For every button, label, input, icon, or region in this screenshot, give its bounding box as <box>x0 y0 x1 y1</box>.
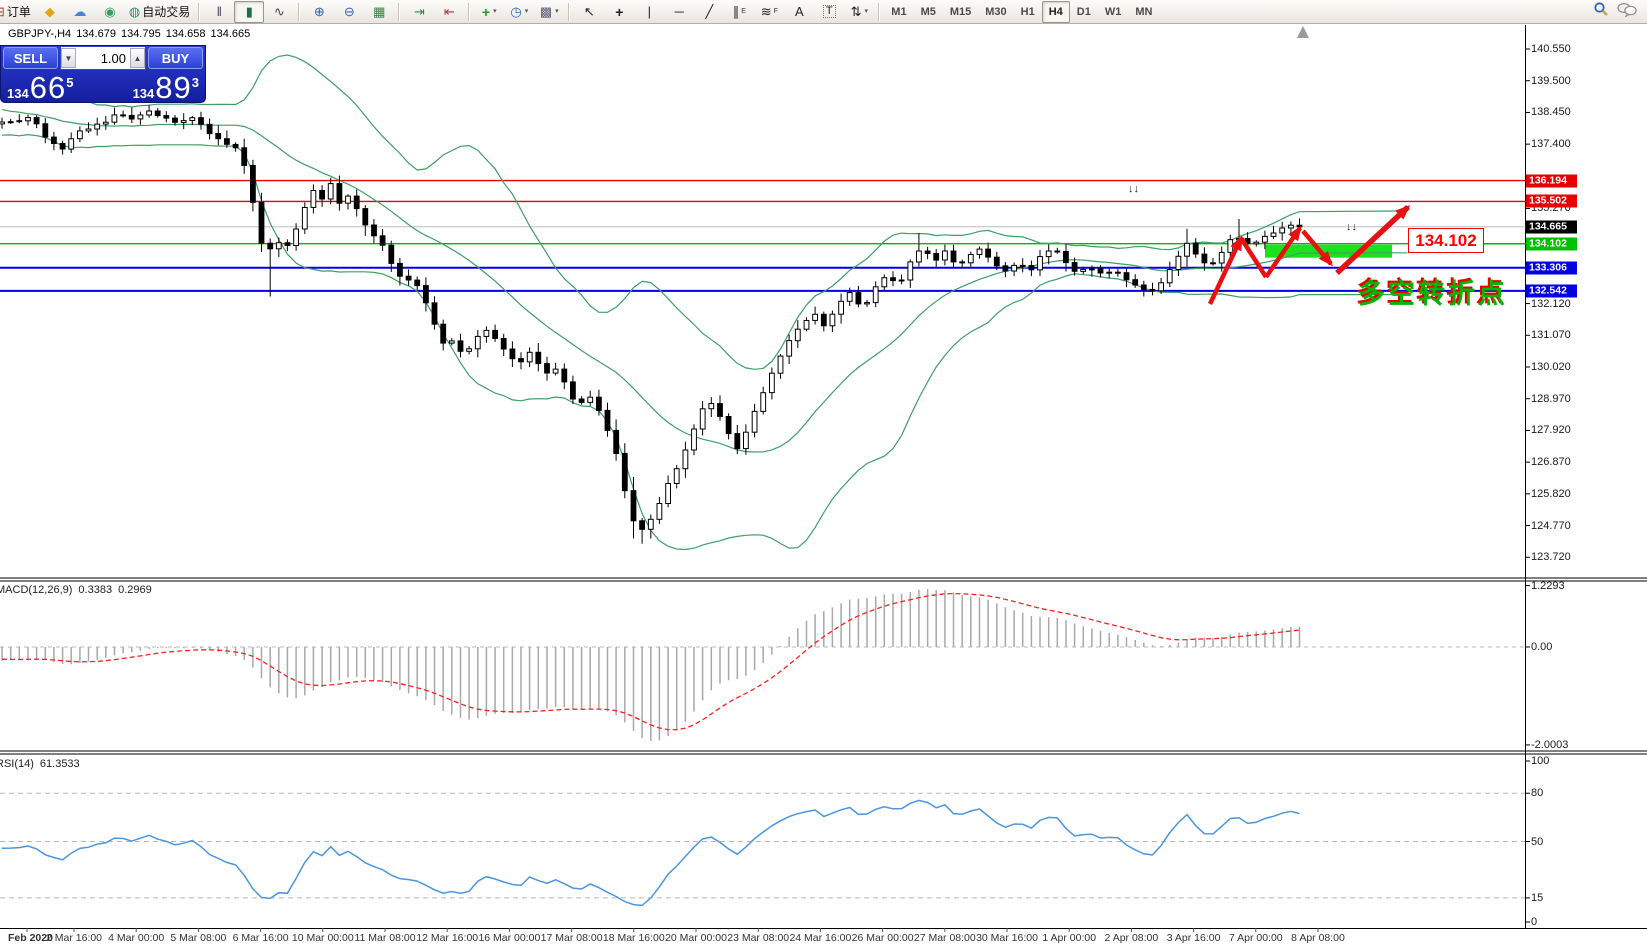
price-tick-label: 131.070 <box>1531 329 1571 341</box>
price-tick-label: 140.550 <box>1531 43 1571 55</box>
sell-price-big: 66 <box>30 70 66 106</box>
date-axis-label: 20 Mar 00:00 <box>665 932 727 944</box>
date-axis-label: 10 Mar 00:00 <box>292 932 354 944</box>
volume-increase-button[interactable]: ▲ <box>130 48 145 68</box>
date-axis-label: 2 Mar 16:00 <box>46 932 102 944</box>
price-tick-label: 132.120 <box>1531 298 1571 310</box>
rsi-readout: RSI(14) 61.3533 <box>0 758 86 770</box>
date-axis-label: 16 Mar 00:00 <box>478 932 540 944</box>
date-axis-label: 24 Mar 16:00 <box>789 932 851 944</box>
rsi-axis-label: 50 <box>1531 836 1543 848</box>
macd-axis-label: 0.00 <box>1531 641 1552 653</box>
volume-input[interactable] <box>76 48 130 68</box>
volume-control: ▼ ▲ <box>60 46 146 70</box>
price-tick-label: 127.920 <box>1531 424 1571 436</box>
level-price-label: 132.542 <box>1526 284 1577 297</box>
volume-decrease-button[interactable]: ▼ <box>61 48 76 68</box>
macd-axis-label: -2.0003 <box>1531 739 1568 751</box>
macd-pane <box>0 586 1530 745</box>
price-tick-label: 123.720 <box>1531 551 1571 563</box>
date-axis-label: 8 Apr 08:00 <box>1291 932 1345 944</box>
date-axis-label: 4 Mar 00:00 <box>108 932 164 944</box>
date-axis-label: 18 Mar 16:00 <box>603 932 665 944</box>
date-axis-label: 11 Mar 08:00 <box>354 932 415 944</box>
macd-label: MACD(12,26,9) <box>0 584 72 596</box>
date-axis-label: 2 Apr 08:00 <box>1105 932 1159 944</box>
bollinger-lower-band <box>2 135 1408 550</box>
price-tick-label: 126.870 <box>1531 456 1571 468</box>
sell-price-pip: 5 <box>66 75 73 90</box>
date-axis-label: 27 Mar 08:00 <box>914 932 976 944</box>
price-tick-label: 138.450 <box>1531 106 1571 118</box>
buy-price[interactable]: 134 89 3 <box>127 70 205 103</box>
bollinger-bands <box>2 55 1408 550</box>
date-axis-label: 3 Apr 16:00 <box>1167 932 1221 944</box>
bollinger-upper-band <box>2 55 1408 369</box>
price-tick-label: 124.770 <box>1531 520 1571 532</box>
symbol-period-label: GBPJPY-,H4 <box>8 28 71 40</box>
candles-layer <box>0 105 1302 544</box>
buy-price-big: 89 <box>155 70 191 106</box>
level-price-label: 134.102 <box>1526 237 1577 250</box>
down-arrows-mark: ↓↓ <box>1128 183 1139 195</box>
date-axis-label: 30 Mar 16:00 <box>976 932 1038 944</box>
sell-button[interactable]: SELL <box>3 47 58 69</box>
level-price-label: 135.502 <box>1526 195 1577 208</box>
rsi-value: 61.3533 <box>40 758 80 770</box>
rsi-label: RSI(14) <box>0 758 34 770</box>
date-axis-label: 6 Mar 16:00 <box>233 932 289 944</box>
macd-readout: MACD(12,26,9) 0.3383 0.2969 <box>0 584 158 596</box>
bollinger-middle-band <box>2 109 1408 452</box>
rsi-axis-label: 80 <box>1531 787 1543 799</box>
quote-open: 134.679 <box>76 28 116 40</box>
level-price-label: 136.194 <box>1526 174 1577 187</box>
quote-high: 134.795 <box>121 28 161 40</box>
rsi-pane <box>0 761 1530 922</box>
chart-canvas[interactable]: ↓↓ ↓↓ <box>0 0 1647 944</box>
macd-axis-label: 1.2293 <box>1531 580 1565 592</box>
level-price-label: 134.665 <box>1526 220 1577 233</box>
quote-close: 134.665 <box>210 28 250 40</box>
date-axis-label: 23 Mar 08:00 <box>727 932 789 944</box>
buy-price-prefix: 134 <box>133 86 155 101</box>
rsi-axis-label: 100 <box>1531 755 1549 767</box>
date-axis-label: 7 Apr 00:00 <box>1229 932 1283 944</box>
price-callout-box[interactable]: 134.102 <box>1408 228 1484 253</box>
rsi-axis-label: 15 <box>1531 892 1543 904</box>
date-axis-label: 12 Mar 16:00 <box>416 932 478 944</box>
trade-panel-controls: SELL ▼ ▲ BUY <box>1 46 205 70</box>
buy-button[interactable]: BUY <box>148 47 203 69</box>
rsi-axis-label: 0 <box>1531 916 1537 928</box>
price-tick-label: 137.400 <box>1531 138 1571 150</box>
sell-price-prefix: 134 <box>7 86 29 101</box>
level-price-label: 133.306 <box>1526 261 1577 274</box>
trade-panel-prices: 134 66 5 134 89 3 <box>1 70 205 103</box>
date-axis-label: 26 Mar 00:00 <box>852 932 914 944</box>
rsi-line <box>2 800 1300 905</box>
quote-line: GBPJPY-,H4 134.679 134.795 134.658 134.665 <box>8 28 255 40</box>
macd-value-signal: 0.2969 <box>118 584 152 596</box>
turning-point-annotation: 多空转折点 <box>1358 272 1508 311</box>
chart-shift-marker <box>1297 26 1309 38</box>
macd-value-main: 0.3383 <box>78 584 112 596</box>
down-arrows-mark: ↓↓ <box>1346 221 1357 233</box>
price-tick-label: 130.020 <box>1531 361 1571 373</box>
date-axis-label: 5 Mar 08:00 <box>170 932 226 944</box>
buy-price-pip: 3 <box>192 75 199 90</box>
one-click-trading-panel: SELL ▼ ▲ BUY 134 66 5 134 89 3 <box>0 45 206 103</box>
date-axis-label: 1 Apr 00:00 <box>1042 932 1096 944</box>
price-tick-label: 139.500 <box>1531 75 1571 87</box>
date-axis-label: 17 Mar 08:00 <box>541 932 603 944</box>
terminal-window: ⊞订单◆☁◉◍自动交易ǁ▮∿⊕⊖▦⇥⇤+▾◷▾▩▾↖+|─╱∥E≋FAT⇅▾M1… <box>0 0 1647 944</box>
quote-low: 134.658 <box>166 28 206 40</box>
price-tick-label: 128.970 <box>1531 393 1571 405</box>
price-tick-label: 125.820 <box>1531 488 1571 500</box>
sell-price[interactable]: 134 66 5 <box>1 70 79 103</box>
